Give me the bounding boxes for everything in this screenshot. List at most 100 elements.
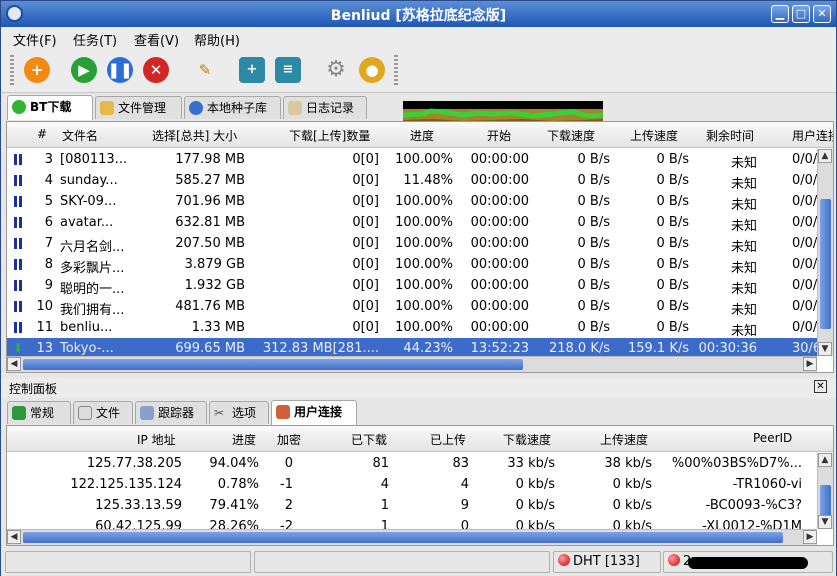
peer-row[interactable]: 122.125.135.124 0.78% -1 4 4 0 kb/s 0 kb/s -TR1… [7, 474, 817, 495]
peer-up: 9 [460, 498, 469, 513]
torrent-start: 00:00:00 [470, 152, 529, 167]
torrent-vscroll[interactable]: ▲ ▼ [817, 149, 833, 356]
col-enc[interactable]: 加密 [277, 431, 301, 448]
col-count[interactable]: 下载[上传]数量 [289, 127, 370, 144]
paused-icon [14, 175, 17, 186]
maximize-icon[interactable]: □ [792, 5, 810, 23]
col-size[interactable]: 选择[总共] 大小 [152, 127, 237, 144]
col-start[interactable]: 开始 [487, 127, 511, 144]
torrent-row[interactable]: 7 六月名剑... 207.50 MB 0[0] 100.00% 00:00:00 0 B/… [7, 233, 817, 255]
stop-icon[interactable]: ✕ [143, 57, 169, 83]
pause-icon[interactable]: ❚❚ [107, 57, 133, 83]
paused-icon [14, 238, 17, 249]
col-peer-uspeed[interactable]: 上传速度 [600, 431, 648, 448]
torrent-name: 六月名剑... [60, 240, 125, 255]
scroll-down-icon[interactable]: ▼ [818, 342, 832, 356]
torrent-row[interactable]: 3 [080113... 177.98 MB 0[0] 100.00% 00:00:00 0… [7, 149, 817, 171]
menu-task[interactable]: 任务(T) [73, 30, 117, 49]
status-dht: DHT [133] [553, 551, 661, 573]
col-peer-dspeed[interactable]: 下载速度 [503, 431, 551, 448]
torrent-row[interactable]: 8 多彩飘片... 3.879 GB 0[0] 100.00% 00:00:00 0 B/s… [7, 254, 817, 276]
add-db-icon[interactable]: + [239, 57, 265, 83]
peer-enc: -1 [280, 477, 293, 492]
user-icon[interactable]: ● [359, 57, 385, 83]
col-peerid[interactable]: PeerID [753, 431, 792, 445]
menu-help[interactable]: 帮助(H) [194, 30, 240, 49]
peer-vscroll[interactable]: ▲ ▼ [817, 453, 833, 529]
tab-log[interactable]: 日志记录 [283, 96, 367, 119]
toolbar-grip-2[interactable] [394, 55, 398, 87]
torrent-row[interactable]: 4 sunday... 585.27 MB 0[0] 11.48% 00:00:00 0 B… [7, 170, 817, 192]
menu-bar: 文件(F) 任务(T) 查看(V) 帮助(H) [1, 27, 836, 49]
db-icon[interactable]: ≡ [275, 57, 301, 83]
torrent-progress: 11.48% [403, 173, 453, 188]
col-uploaded[interactable]: 已上传 [430, 431, 466, 448]
scroll-thumb[interactable] [820, 199, 831, 329]
torrent-row[interactable]: 9 聪明的一... 1.932 GB 0[0] 100.00% 00:00:00 0 B/s… [7, 275, 817, 297]
toolbar-grip[interactable] [10, 55, 14, 87]
col-progress[interactable]: 进度 [410, 127, 434, 144]
menu-view[interactable]: 查看(V) [134, 30, 179, 49]
tab-files[interactable]: 文件 [73, 401, 133, 424]
control-panel-header: 控制面板 ✕ [1, 378, 836, 398]
gear-icon[interactable]: ⚙ [323, 57, 349, 83]
torrent-row[interactable]: 5 SKY-09... 701.96 MB 0[0] 100.00% 00:00:00 0 … [7, 191, 817, 213]
title-bar[interactable]: Benliud [苏格拉底纪念版] ▁ □ ✕ [1, 1, 836, 27]
scroll-right-icon[interactable]: ▶ [803, 530, 817, 544]
plus-circle-icon[interactable]: + [24, 57, 50, 83]
close-panel-icon[interactable]: ✕ [814, 380, 827, 393]
peer-hscroll[interactable]: ◀ ▶ [7, 529, 817, 545]
col-peers[interactable]: 用户连接 [792, 127, 833, 144]
scroll-thumb[interactable] [23, 532, 783, 543]
torrent-row[interactable]: 10 我们拥有... 481.76 MB 0[0] 100.00% 00:00:00 0 B… [7, 296, 817, 318]
play-icon[interactable]: ▶ [71, 57, 97, 83]
peer-row[interactable]: 125.77.38.205 94.04% 0 81 83 33 kb/s 38 kb/s %0… [7, 453, 817, 474]
tab-general[interactable]: 常规 [7, 401, 71, 424]
scroll-right-icon[interactable]: ▶ [803, 357, 817, 371]
col-ip[interactable]: IP 地址 [137, 431, 176, 448]
tab-peers[interactable]: 用户连接 [271, 400, 357, 425]
scroll-up-icon[interactable]: ▲ [818, 453, 832, 467]
torrent-remain: 00:30:36 [698, 341, 757, 356]
torrent-hscroll[interactable]: ◀ ▶ [7, 356, 817, 372]
torrent-down: 0 B/s [577, 236, 610, 251]
tab-label: 本地种子库 [207, 101, 268, 115]
minimize-icon[interactable]: ▁ [771, 5, 789, 23]
wand-icon[interactable]: ✎ [192, 57, 218, 83]
torrent-num: 11 [36, 320, 53, 335]
col-remain[interactable]: 剩余时间 [706, 127, 754, 144]
torrent-count: 0[0] [352, 152, 379, 167]
col-name[interactable]: 文件名 [62, 127, 98, 144]
tab-options[interactable]: ✂ 选项 [209, 401, 269, 424]
tab-file-manager[interactable]: 文件管理 [95, 96, 182, 119]
torrent-count: 0[0] [352, 236, 379, 251]
torrent-size: 585.27 MB [175, 173, 245, 188]
torrent-size: 1.33 MB [191, 320, 245, 335]
torrent-count: 0[0] [352, 299, 379, 314]
tab-local-seeds[interactable]: 本地种子库 [184, 96, 281, 119]
menu-file[interactable]: 文件(F) [13, 30, 57, 49]
scroll-left-icon[interactable]: ◀ [7, 530, 21, 544]
tab-trackers[interactable]: 跟踪器 [135, 401, 207, 424]
col-num[interactable]: # [37, 127, 47, 141]
peer-list: IP 地址 进度 加密 已下载 已上传 下载速度 上传速度 PeerID 125… [6, 425, 834, 546]
scroll-down-icon[interactable]: ▼ [818, 515, 832, 529]
torrent-row[interactable]: 6 avatar... 632.81 MB 0[0] 100.00% 00:00:00 0 … [7, 212, 817, 234]
scroll-up-icon[interactable]: ▲ [818, 149, 832, 163]
peer-up: 4 [460, 477, 469, 492]
peer-row[interactable]: 125.33.13.59 79.41% 2 1 9 0 kb/s 0 kb/s -BC0093… [7, 495, 817, 516]
torrent-start: 13:52:23 [470, 341, 529, 356]
torrent-up: 0 B/s [656, 320, 689, 335]
col-downloaded[interactable]: 已下载 [351, 431, 387, 448]
col-up-speed[interactable]: 上传速度 [630, 127, 678, 144]
torrent-row[interactable]: 11 benliu... 1.33 MB 0[0] 100.00% 00:00:00 0 B… [7, 317, 817, 339]
torrent-count: 312.83 MB[281.... [262, 341, 379, 356]
col-peer-progress[interactable]: 进度 [232, 431, 256, 448]
col-down-speed[interactable]: 下载速度 [547, 127, 595, 144]
search-icon [189, 101, 203, 115]
torrent-progress: 44.23% [403, 341, 453, 356]
close-icon[interactable]: ✕ [813, 5, 831, 23]
tab-bt-download[interactable]: BT下载 [7, 95, 93, 120]
scroll-left-icon[interactable]: ◀ [7, 357, 21, 371]
scroll-thumb[interactable] [23, 359, 523, 370]
